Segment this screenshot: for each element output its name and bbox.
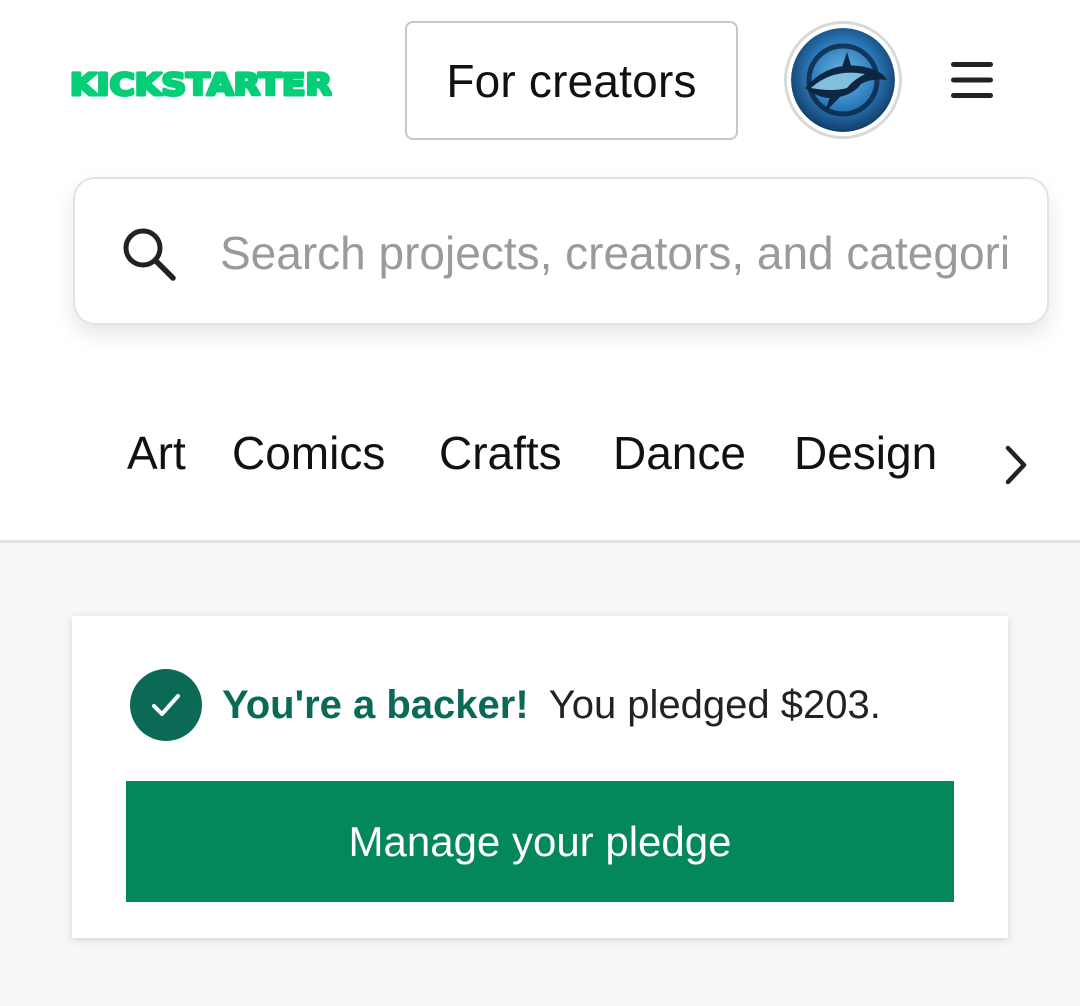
pledge-amount-text: You pledged $203. [548,682,881,727]
search-bar[interactable] [73,177,1049,325]
hamburger-menu-icon[interactable] [948,58,996,102]
chevron-right-icon[interactable] [998,440,1034,490]
kickstarter-logo[interactable]: KICKSTARTER [70,62,332,103]
category-dance[interactable]: Dance [613,426,746,480]
top-navigation-bar: KICKSTARTER For creators [0,0,1080,165]
shark-avatar-icon [791,28,895,132]
kickstarter-project-page: KICKSTARTER For creators Search projects… [0,0,1080,1006]
category-comics[interactable]: Comics [232,426,385,480]
category-nav: Art Comics Crafts Dance Design [0,410,1080,500]
category-design[interactable]: Design [794,426,937,480]
kickstarter-wordmark-icon: KICKSTARTER [70,67,332,103]
for-creators-button[interactable]: For creators [405,21,738,140]
svg-text:KICKSTARTER: KICKSTARTER [70,68,332,102]
backer-status-card: You're a backer! You pledged $203. Manag… [72,616,1008,938]
backer-status-text: You're a backer! [222,682,529,727]
user-avatar[interactable] [784,21,902,139]
search-input[interactable] [220,219,1010,287]
checkmark-icon [130,669,202,741]
category-art[interactable]: Art [127,426,186,480]
backer-status-row: You're a backer! You pledged $203. [130,668,881,742]
manage-pledge-button[interactable]: Manage your pledge [126,781,954,902]
category-crafts[interactable]: Crafts [439,426,562,480]
search-icon [120,225,178,283]
